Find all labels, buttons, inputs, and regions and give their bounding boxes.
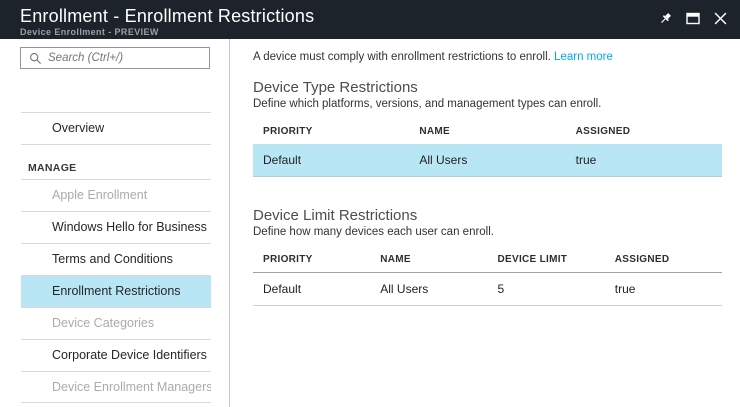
column-header-priority: PRIORITY (253, 119, 409, 144)
device-limit-restrictions-description: Define how many devices each user can en… (253, 226, 722, 239)
sidebar-item-windows-hello[interactable]: Windows Hello for Business (21, 211, 211, 243)
intro-text: A device must comply with enrollment res… (253, 50, 722, 64)
cell-name: All Users (409, 144, 565, 176)
column-header-name: NAME (370, 248, 487, 273)
cell-assigned: true (605, 273, 722, 306)
column-header-device-limit: DEVICE LIMIT (488, 248, 605, 273)
sidebar-item-device-categories: Device Categories (21, 307, 211, 339)
blade-titlebar: Enrollment - Enrollment Restrictions Dev… (0, 0, 740, 39)
device-type-restrictions-title: Device Type Restrictions (253, 79, 722, 96)
column-header-assigned: ASSIGNED (605, 248, 722, 273)
device-limit-restrictions-title: Device Limit Restrictions (253, 207, 722, 224)
device-limit-restrictions-table: PRIORITY NAME DEVICE LIMIT ASSIGNED Defa… (253, 248, 722, 307)
page-title: Enrollment - Enrollment Restrictions (20, 6, 314, 26)
table-row[interactable]: Default All Users 5 true (253, 273, 722, 306)
table-header-row: PRIORITY NAME DEVICE LIMIT ASSIGNED (253, 248, 722, 273)
pin-icon[interactable] (657, 11, 672, 26)
sidebar-item-device-enrollment-managers: Device Enrollment Managers (21, 371, 211, 403)
page-subtitle: Device Enrollment - PREVIEW (20, 27, 314, 37)
column-header-priority: PRIORITY (253, 248, 370, 273)
search-icon (29, 52, 42, 65)
column-header-assigned: ASSIGNED (566, 119, 722, 144)
device-type-restrictions-section: Device Type Restrictions Define which pl… (253, 79, 722, 177)
blade-sidebar: Overview MANAGE Apple Enrollment Windows… (0, 39, 230, 407)
learn-more-link[interactable]: Learn more (554, 51, 613, 63)
device-type-restrictions-table: PRIORITY NAME ASSIGNED Default All Users… (253, 119, 722, 177)
device-limit-restrictions-section: Device Limit Restrictions Define how man… (253, 207, 722, 307)
sidebar-item-corporate-device-identifiers[interactable]: Corporate Device Identifiers (21, 339, 211, 371)
sidebar-item-overview[interactable]: Overview (21, 112, 211, 144)
titlebar-titles: Enrollment - Enrollment Restrictions Dev… (0, 0, 314, 37)
blade-content: A device must comply with enrollment res… (231, 39, 740, 407)
cell-device-limit: 5 (488, 273, 605, 306)
sidebar-menu: Overview MANAGE Apple Enrollment Windows… (21, 112, 211, 403)
close-icon[interactable] (713, 11, 728, 26)
search-input[interactable] (48, 52, 203, 64)
cell-priority: Default (253, 273, 370, 306)
maximize-icon[interactable] (685, 11, 700, 26)
cell-name: All Users (370, 273, 487, 306)
table-header-row: PRIORITY NAME ASSIGNED (253, 119, 722, 144)
sidebar-item-enrollment-restrictions[interactable]: Enrollment Restrictions (21, 275, 211, 307)
device-type-restrictions-description: Define which platforms, versions, and ma… (253, 98, 722, 111)
titlebar-actions (657, 0, 740, 26)
sidebar-item-apple-enrollment: Apple Enrollment (21, 179, 211, 211)
sidebar-item-terms-and-conditions[interactable]: Terms and Conditions (21, 243, 211, 275)
cell-assigned: true (566, 144, 722, 176)
intro-sentence: A device must comply with enrollment res… (253, 51, 551, 63)
search-box (20, 47, 210, 69)
cell-priority: Default (253, 144, 409, 176)
table-row[interactable]: Default All Users true (253, 144, 722, 176)
column-header-name: NAME (409, 119, 565, 144)
sidebar-section-manage: MANAGE (21, 144, 211, 179)
